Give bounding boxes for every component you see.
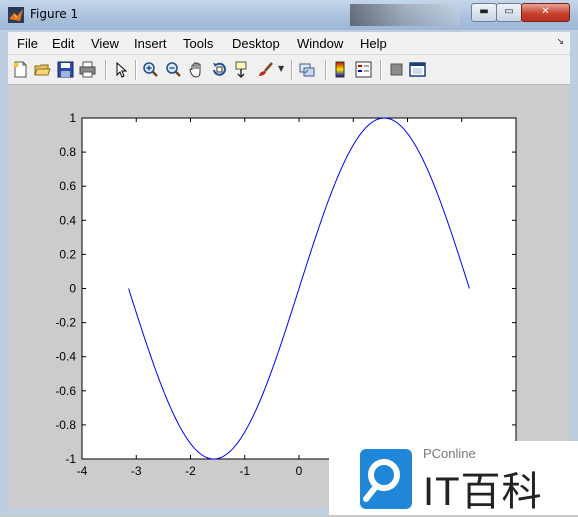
pointer-icon[interactable]: [112, 61, 129, 78]
colorbar-icon[interactable]: [332, 61, 349, 78]
toolbar-separator: [325, 60, 327, 80]
toolbar-separator: [291, 60, 293, 80]
y-tick-label: 0.2: [59, 247, 76, 261]
menu-desktop[interactable]: Desktop: [232, 36, 280, 51]
open-file-icon[interactable]: [34, 61, 51, 78]
rotate-3d-icon[interactable]: [211, 61, 228, 78]
toolbar-separator: [135, 60, 137, 80]
window-title: Figure 1: [30, 7, 79, 21]
menu-edit[interactable]: Edit: [52, 36, 74, 51]
x-tick-label: -3: [131, 464, 142, 478]
y-tick-label: 0: [69, 282, 76, 296]
menu-insert[interactable]: Insert: [134, 36, 167, 51]
figure-window: Figure 1 ▬ ▭ ✕ File Edit View Insert Too…: [0, 0, 578, 515]
y-tick-label: 0.6: [59, 179, 76, 193]
y-tick-label: 0.8: [59, 145, 76, 159]
x-tick-label: 0: [296, 464, 303, 478]
menu-help[interactable]: Help: [360, 36, 387, 51]
y-tick-label: -0.2: [55, 316, 76, 330]
menu-file[interactable]: File: [17, 36, 38, 51]
y-tick-label: -0.8: [55, 418, 76, 432]
brush-icon[interactable]: [257, 61, 274, 78]
minimize-button[interactable]: ▬: [471, 3, 497, 22]
x-tick-label: -2: [185, 464, 196, 478]
zoom-out-icon[interactable]: [165, 61, 182, 78]
menu-overflow-icon[interactable]: ↘: [556, 37, 564, 47]
y-tick-label: 1: [69, 111, 76, 125]
save-icon[interactable]: [57, 61, 74, 78]
maximize-button[interactable]: ▭: [496, 3, 522, 22]
toolbar-separator: [105, 60, 107, 80]
menu-tools[interactable]: Tools: [183, 36, 213, 51]
title-bar[interactable]: Figure 1 ▬ ▭ ✕: [0, 0, 578, 30]
toolbar-separator: [380, 60, 382, 80]
x-tick-label: -1: [239, 464, 250, 478]
menu-view[interactable]: View: [91, 36, 119, 51]
hide-plot-tools-icon[interactable]: [388, 61, 405, 78]
watermark: PConline IT百科: [329, 441, 578, 515]
matlab-logo-icon: [8, 7, 24, 23]
x-tick-label: -4: [77, 464, 88, 478]
magnifier-logo-icon: [360, 449, 412, 509]
menu-bar: File Edit View Insert Tools Desktop Wind…: [8, 32, 570, 55]
pan-icon[interactable]: [188, 61, 205, 78]
zoom-in-icon[interactable]: [142, 61, 159, 78]
data-cursor-icon[interactable]: [234, 61, 251, 78]
y-tick-label: -0.6: [55, 384, 76, 398]
y-tick-label: 0.4: [59, 213, 76, 227]
legend-icon[interactable]: [355, 61, 372, 78]
show-plot-tools-icon[interactable]: [409, 61, 426, 78]
figure-toolbar: ▼: [8, 55, 570, 85]
new-figure-icon[interactable]: [12, 61, 29, 78]
brush-dropdown-icon[interactable]: ▼: [278, 64, 284, 73]
title-bar-blur: [350, 4, 460, 26]
print-icon[interactable]: [79, 61, 96, 78]
y-tick-label: -0.4: [55, 350, 76, 364]
menu-window[interactable]: Window: [297, 36, 343, 51]
link-plot-icon[interactable]: [299, 61, 316, 78]
close-button[interactable]: ✕: [521, 3, 570, 22]
watermark-title: IT百科: [423, 470, 543, 514]
y-tick-label: -1: [65, 452, 76, 466]
